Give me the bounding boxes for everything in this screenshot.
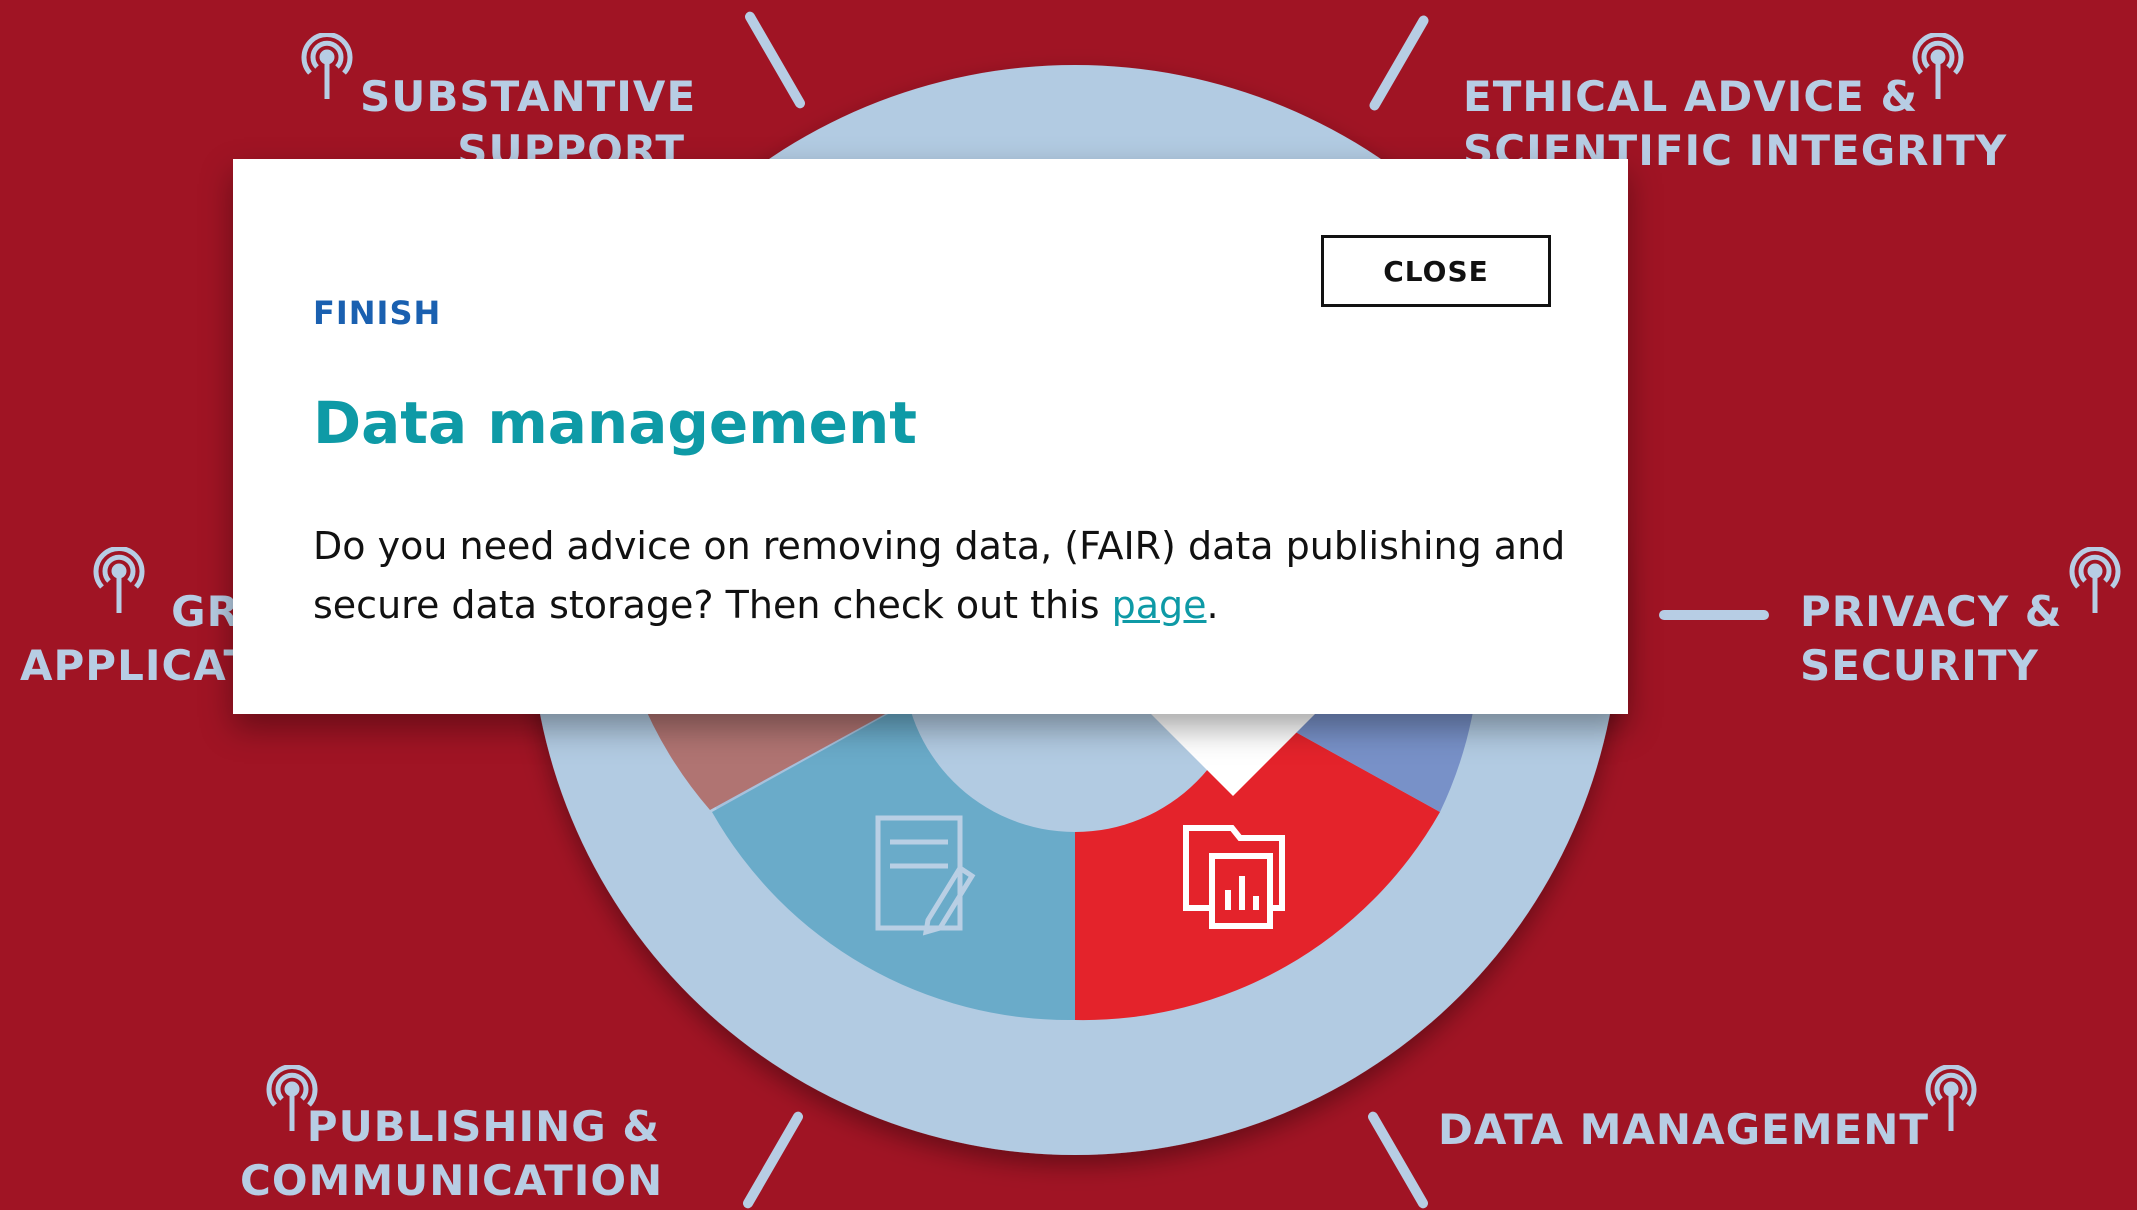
signal-beacon-icon[interactable] [92,547,146,617]
category-data-management[interactable]: DATA MANAGEMENT [1438,1103,1929,1157]
signal-beacon-icon[interactable] [265,1065,319,1135]
category-line: DATA MANAGEMENT [1438,1105,1930,1154]
infographic-stage: SUBSTANTIVE SUPPORT ETHICAL ADVICE & SCI… [0,0,2137,1210]
signal-beacon-icon[interactable] [300,33,354,103]
category-line: APPLICAT [20,641,240,690]
modal-kicker: FINISH [313,294,442,332]
spoke-right [1659,610,1769,620]
modal-body-text: Do you need advice on removing data, (FA… [313,524,1566,627]
signal-beacon-icon[interactable] [1924,1065,1978,1135]
close-button[interactable]: CLOSE [1321,235,1551,307]
category-line: SECURITY [1800,641,2039,690]
category-line: SUBSTANTIVE [360,72,697,121]
modal-body-end: . [1206,583,1219,627]
category-privacy-security[interactable]: PRIVACY & SECURITY [1800,585,2062,693]
modal-pointer [1151,714,1315,796]
modal-page-link[interactable]: page [1112,583,1207,627]
category-line: PRIVACY & [1800,587,2063,636]
info-modal: CLOSE FINISH Data management Do you need… [233,159,1628,714]
signal-beacon-icon[interactable] [1911,33,1965,103]
modal-body: Do you need advice on removing data, (FA… [313,517,1573,635]
modal-title: Data management [313,389,917,457]
category-line: COMMUNICATION [240,1156,664,1205]
signal-beacon-icon[interactable] [2068,547,2122,617]
